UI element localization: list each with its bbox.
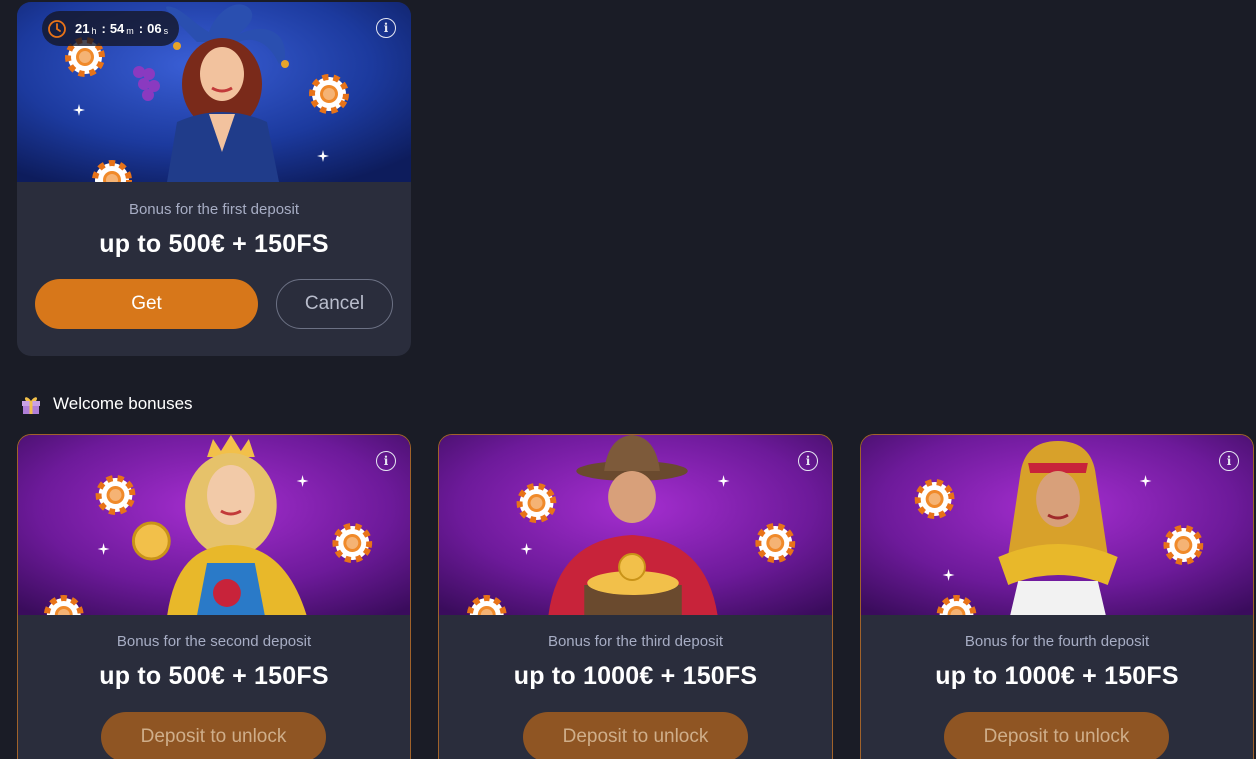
bonus-subtitle: Bonus for the third deposit [547,633,724,650]
timer-seconds-unit: s [163,25,169,36]
timer-hours: 21 [75,21,90,36]
timer-separator: : [138,21,144,36]
bonus-amount: up to 1000€ + 150FS [935,662,1179,690]
section-title: Welcome bonuses [53,394,193,413]
timer-hours-unit: h [91,25,97,36]
gift-icon [22,397,40,414]
queen-illustration [18,435,410,615]
bonus-amount: up to 500€ + 150FS [99,230,329,258]
bonus-subtitle: Bonus for the fourth deposit [964,633,1150,650]
timer-minutes-unit: m [126,25,134,36]
deposit-to-unlock-button[interactable]: Deposit to unlock [523,712,748,759]
countdown-timer: 21 h : 54 m : 06 s [42,11,179,46]
bonus-card-fourth-deposit: i Bonus for the fourth deposit up to 100… [860,434,1254,759]
timer-separator: : [101,21,106,36]
timer-seconds: 06 [147,21,162,36]
cleopatra-illustration [861,435,1253,615]
deposit-to-unlock-button[interactable]: Deposit to unlock [101,712,326,759]
get-bonus-button[interactable]: Get [35,279,258,329]
welcome-bonuses-heading: Welcome bonuses [20,393,193,415]
explorer-illustration [439,435,832,615]
info-icon[interactable]: i [798,451,818,471]
cancel-bonus-button[interactable]: Cancel [276,279,393,329]
clock-icon [48,19,66,38]
bonus-card-second-deposit: i Bonus for the second deposit up to 500… [17,434,411,759]
info-icon[interactable]: i [376,451,396,471]
timer-minutes: 54 [109,21,125,36]
bonus-subtitle: Bonus for the first deposit [128,201,300,218]
deposit-to-unlock-button[interactable]: Deposit to unlock [944,712,1169,759]
bonus-card-third-deposit: i Bonus for the third deposit up to 1000… [438,434,833,759]
bonus-subtitle: Bonus for the second deposit [116,633,312,650]
bonus-amount: up to 500€ + 150FS [99,662,329,690]
bonus-amount: up to 1000€ + 150FS [513,662,758,690]
info-icon[interactable]: i [376,18,396,38]
info-icon[interactable]: i [1219,451,1239,471]
